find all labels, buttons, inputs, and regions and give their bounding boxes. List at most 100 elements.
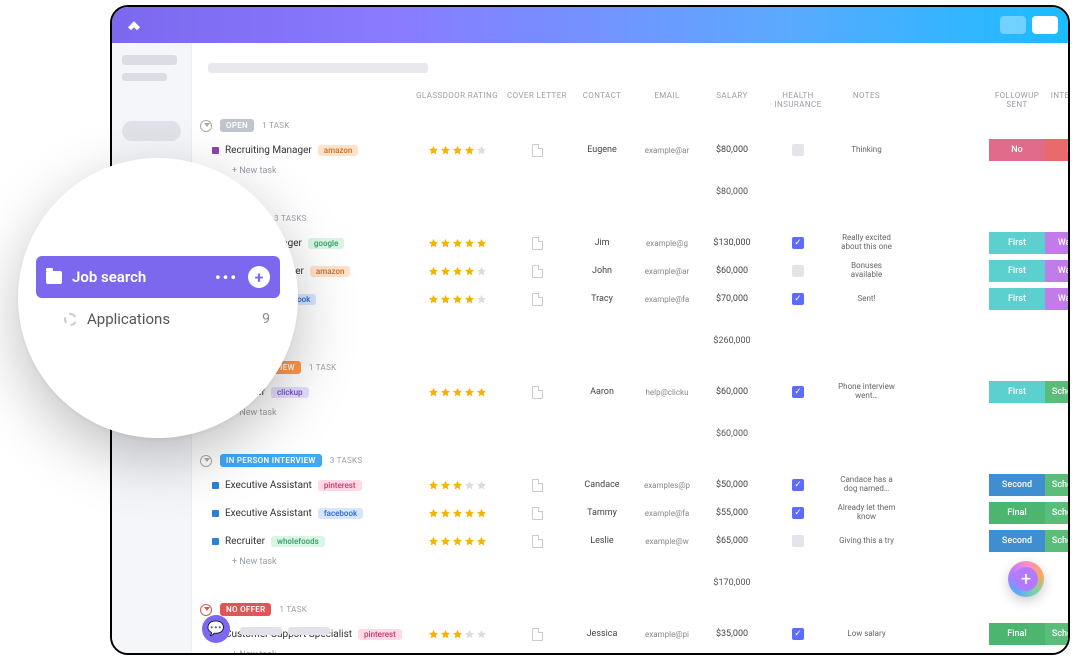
new-task-button[interactable]: + New task	[232, 315, 1068, 325]
health-insurance-checkbox[interactable]: ✓	[792, 293, 804, 305]
health-insurance-checkbox[interactable]: ✓	[792, 507, 804, 519]
health-insurance-checkbox[interactable]	[792, 144, 804, 156]
company-tag: wholefoods	[271, 536, 325, 547]
document-icon[interactable]	[532, 237, 543, 250]
notes-cell[interactable]: Sent!	[834, 295, 899, 304]
group-header[interactable]: HONE INTERVIEW 1 TASK	[200, 361, 1068, 374]
table-row[interactable]: Product Manager google Jim example@g $13…	[212, 229, 1068, 257]
interview-status[interactable]: Waiting	[1045, 288, 1068, 310]
document-icon[interactable]	[532, 535, 543, 548]
contact-cell: Jim	[572, 238, 632, 248]
notes-cell[interactable]: Phone interview went…	[834, 383, 899, 401]
titlebar	[112, 7, 1068, 43]
status-badge: NO OFFER	[220, 603, 271, 616]
health-insurance-checkbox[interactable]	[792, 265, 804, 277]
table-row[interactable]: Recruiter clickup Aaron help@clicku $60,…	[212, 378, 1068, 406]
new-task-button[interactable]: + New task	[232, 650, 1068, 653]
rating-stars[interactable]	[412, 387, 502, 398]
notes-cell[interactable]: Low salary	[834, 630, 899, 639]
followup-status[interactable]: First	[989, 288, 1045, 310]
followup-status[interactable]: Second	[989, 530, 1045, 552]
window-max-icon[interactable]	[1032, 16, 1058, 34]
followup-status[interactable]: First	[989, 232, 1045, 254]
health-insurance-checkbox[interactable]: ✓	[792, 628, 804, 640]
notes-cell[interactable]: Thinking	[834, 146, 899, 155]
notes-cell[interactable]: Already let them know	[834, 504, 899, 522]
table-row[interactable]: Customer Support Specialist pinterest Je…	[212, 620, 1068, 648]
followup-status[interactable]: Final	[989, 623, 1045, 645]
document-icon[interactable]	[532, 628, 543, 641]
table-row[interactable]: Recruiting Manager amazon Eugene example…	[212, 136, 1068, 164]
notes-cell[interactable]: Bonuses available	[834, 262, 899, 280]
table-row[interactable]: Executive Assistant facebook Tammy examp…	[212, 499, 1068, 527]
contact-cell: John	[572, 266, 632, 276]
document-icon[interactable]	[532, 265, 543, 278]
document-icon[interactable]	[532, 144, 543, 157]
document-icon[interactable]	[532, 479, 543, 492]
rating-stars[interactable]	[412, 145, 502, 156]
placeholder	[288, 627, 330, 635]
status-badge: OPEN	[220, 119, 254, 132]
interview-status[interactable]: Waiting	[1045, 232, 1068, 254]
interview-status[interactable]: No	[1045, 139, 1068, 161]
task-title: Recruiter	[225, 536, 265, 547]
interview-status[interactable]: Scheduled	[1045, 623, 1068, 645]
notes-cell[interactable]: Giving this a try	[834, 537, 899, 546]
collapse-icon[interactable]	[200, 604, 212, 616]
followup-status[interactable]: First	[989, 381, 1045, 403]
rating-stars[interactable]	[412, 536, 502, 547]
followup-status[interactable]: First	[989, 260, 1045, 282]
chat-fab[interactable]: 💬	[202, 615, 230, 643]
interview-status[interactable]: Waiting	[1045, 260, 1068, 282]
followup-status[interactable]: Final	[989, 502, 1045, 524]
interview-status[interactable]: Scheduled	[1045, 474, 1068, 496]
group-header[interactable]: APPLIED 3 TASKS	[200, 212, 1068, 225]
group-header[interactable]: NO OFFER 1 TASK	[200, 603, 1068, 616]
table-row[interactable]: Recruiter facebook Tracy example@fa $70,…	[212, 285, 1068, 313]
email-cell: example@g	[632, 239, 702, 248]
chat-icon: 💬	[207, 621, 224, 637]
new-task-button[interactable]: + New task	[232, 166, 1068, 176]
group-header[interactable]: IN PERSON INTERVIEW 3 TASKS	[200, 454, 1068, 467]
collapse-icon[interactable]	[200, 120, 212, 132]
interview-status[interactable]: Scheduled	[1045, 381, 1068, 403]
subtotal-value: $170,000	[702, 578, 762, 588]
collapse-icon[interactable]	[200, 455, 212, 467]
health-insurance-checkbox[interactable]	[792, 535, 804, 547]
add-list-button[interactable]: +	[248, 266, 270, 288]
group-phone: HONE INTERVIEW 1 TASK Recruiter clickup …	[192, 361, 1068, 444]
health-insurance-checkbox[interactable]: ✓	[792, 237, 804, 249]
more-icon[interactable]: •••	[215, 268, 238, 287]
rating-stars[interactable]	[412, 508, 502, 519]
health-insurance-checkbox[interactable]: ✓	[792, 479, 804, 491]
company-tag: amazon	[310, 266, 351, 277]
sidebar-list-applications[interactable]: Applications 9	[36, 298, 280, 340]
rating-stars[interactable]	[412, 266, 502, 277]
rating-stars[interactable]	[412, 480, 502, 491]
sidebar-folder-job-search[interactable]: Job search ••• +	[36, 256, 280, 298]
notes-cell[interactable]: Candace has a dog named…	[834, 476, 899, 494]
rating-stars[interactable]	[412, 629, 502, 640]
rating-stars[interactable]	[412, 238, 502, 249]
table-row[interactable]: Account Manager amazon John example@ar $…	[212, 257, 1068, 285]
interview-status[interactable]: Scheduled	[1045, 502, 1068, 524]
contact-cell: Jessica	[572, 629, 632, 639]
table-row[interactable]: Recruiter wholefoods Leslie example@w $6…	[212, 527, 1068, 555]
table-row[interactable]: Executive Assistant pinterest Candace ex…	[212, 471, 1068, 499]
followup-status[interactable]: No	[989, 139, 1045, 161]
document-icon[interactable]	[532, 386, 543, 399]
rating-stars[interactable]	[412, 294, 502, 305]
followup-status[interactable]: Second	[989, 474, 1045, 496]
new-task-button[interactable]: + New task	[232, 557, 1068, 567]
document-icon[interactable]	[532, 507, 543, 520]
placeholder	[240, 627, 282, 635]
interview-status[interactable]: Scheduled	[1045, 530, 1068, 552]
search-input[interactable]	[122, 121, 181, 141]
group-header[interactable]: OPEN 1 TASK	[200, 119, 1068, 132]
document-icon[interactable]	[532, 293, 543, 306]
add-fab[interactable]: +	[1008, 561, 1044, 597]
notes-cell[interactable]: Really excited about this one	[834, 234, 899, 252]
window-min-icon[interactable]	[1000, 16, 1026, 34]
health-insurance-checkbox[interactable]: ✓	[792, 386, 804, 398]
new-task-button[interactable]: + New task	[232, 408, 1068, 418]
